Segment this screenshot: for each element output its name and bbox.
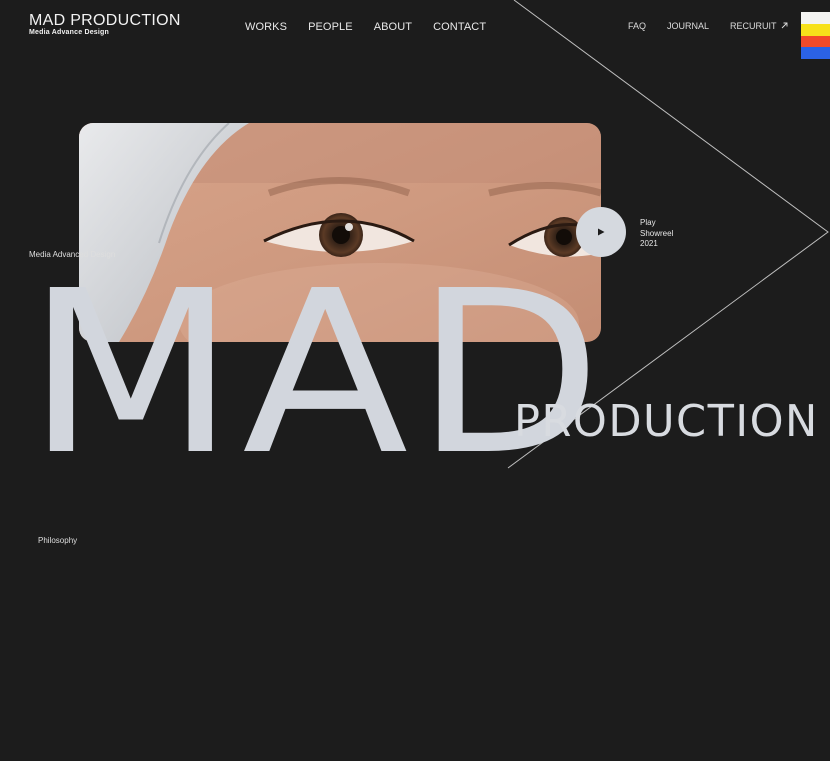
recruit-label: RECURUIT xyxy=(730,21,777,31)
logo-subtitle: Media Advance Design xyxy=(29,29,109,36)
main-nav: WORKS PEOPLE ABOUT CONTACT xyxy=(245,21,507,33)
secondary-nav: FAQ JOURNAL RECURUIT xyxy=(628,21,788,31)
nav-recruit-link[interactable]: RECURUIT xyxy=(730,21,788,31)
flag-yellow xyxy=(801,23,830,36)
showreel-label-play: Play xyxy=(640,218,656,227)
color-flags-menu[interactable] xyxy=(801,12,830,59)
showreel-label-showreel: Showreel xyxy=(640,228,674,238)
play-icon xyxy=(598,228,605,236)
hero-title-production: PRODUCTION xyxy=(514,396,819,447)
nav-journal-link[interactable]: JOURNAL xyxy=(667,21,709,31)
flag-white xyxy=(801,12,830,24)
showreel-label[interactable]: Play Showreel 2021 xyxy=(640,218,673,250)
nav-faq-link[interactable]: FAQ xyxy=(628,21,646,31)
hero-title-mad: MAD xyxy=(26,243,609,505)
logo-title: MAD PRODUCTION xyxy=(29,12,181,29)
nav-contact-link[interactable]: CONTACT xyxy=(433,21,486,33)
philosophy-section-label: Philosophy xyxy=(38,536,78,545)
page: MAD PRODUCTION Media Advance Design WORK… xyxy=(0,0,830,761)
nav-about-link[interactable]: ABOUT xyxy=(374,21,412,33)
nav-people-link[interactable]: PEOPLE xyxy=(308,21,353,33)
arrow-up-right-icon xyxy=(781,21,788,31)
nav-works-link[interactable]: WORKS xyxy=(245,21,287,33)
showreel-label-year: 2021 xyxy=(640,239,658,248)
flag-red xyxy=(801,35,830,48)
site-logo[interactable]: MAD PRODUCTION Media Advance Design xyxy=(29,12,181,36)
flag-blue xyxy=(801,47,830,59)
